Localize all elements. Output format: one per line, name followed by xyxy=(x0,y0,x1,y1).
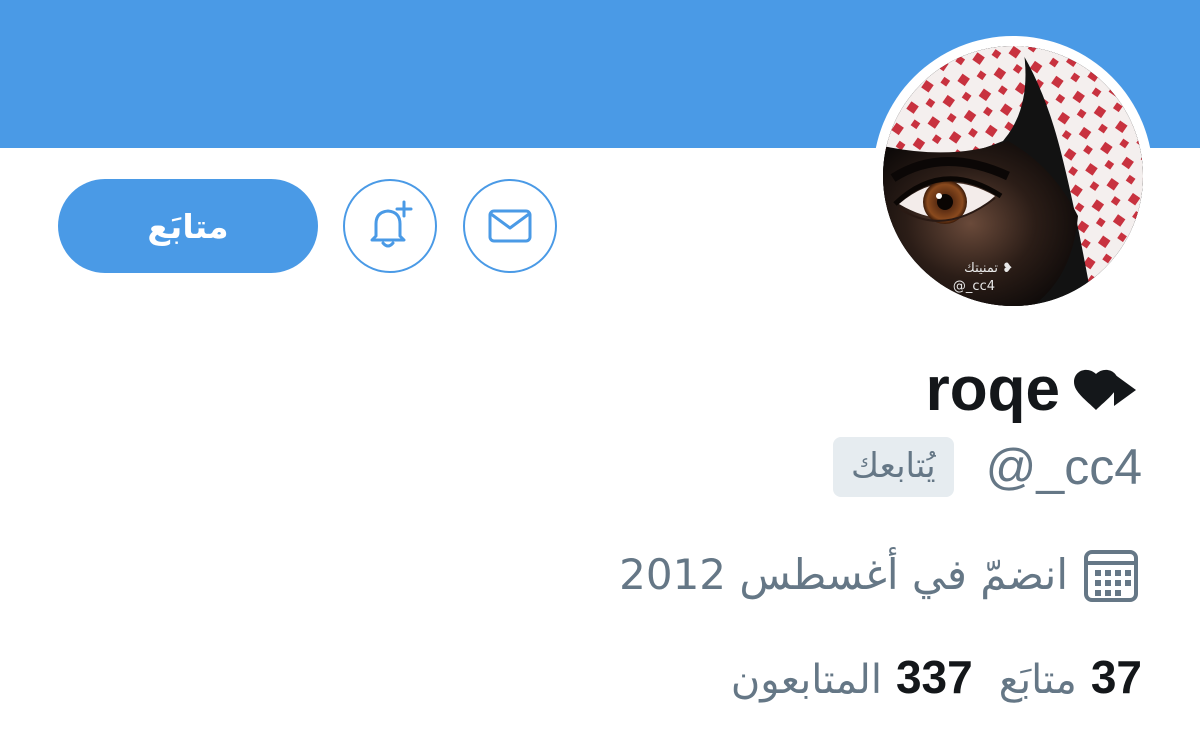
profile-page: تمنيتك ❥ @_cc4 متابَع roqe يُتابعك @_cc4 xyxy=(0,0,1200,755)
joined-date: انضمّ في أغسطس 2012 xyxy=(619,550,1068,599)
notifications-button[interactable] xyxy=(343,179,437,273)
followers-stat[interactable]: 337 المتابعون xyxy=(731,650,973,704)
heart-arrow-icon xyxy=(1074,369,1136,410)
following-button[interactable]: متابَع xyxy=(58,179,318,273)
user-handle: @_cc4 xyxy=(985,439,1142,495)
following-stat[interactable]: 37 متابَع xyxy=(999,650,1142,704)
handle-row: يُتابعك @_cc4 xyxy=(833,437,1142,497)
svg-text:تمنيتك ❥: تمنيتك ❥ xyxy=(964,261,1013,276)
avatar[interactable]: تمنيتك ❥ @_cc4 xyxy=(873,36,1153,316)
svg-text:@_cc4: @_cc4 xyxy=(953,279,995,294)
display-name: roqe xyxy=(925,355,1060,424)
following-count: 37 xyxy=(1090,651,1142,703)
followers-label: المتابعون xyxy=(730,657,882,703)
envelope-icon xyxy=(488,209,532,243)
message-button[interactable] xyxy=(463,179,557,273)
calendar-icon xyxy=(1084,550,1138,602)
avatar-image: تمنيتك ❥ @_cc4 xyxy=(883,46,1143,306)
profile-name-row: roqe xyxy=(926,352,1140,428)
follows-you-badge: يُتابعك xyxy=(833,437,954,497)
joined-date-row: انضمّ في أغسطس 2012 xyxy=(619,545,1140,605)
bell-plus-icon xyxy=(370,200,413,248)
followers-count: 337 xyxy=(895,651,973,703)
following-label: متابَع xyxy=(998,657,1077,703)
follow-stats: 37 متابَع 337 المتابعون xyxy=(731,650,1142,704)
